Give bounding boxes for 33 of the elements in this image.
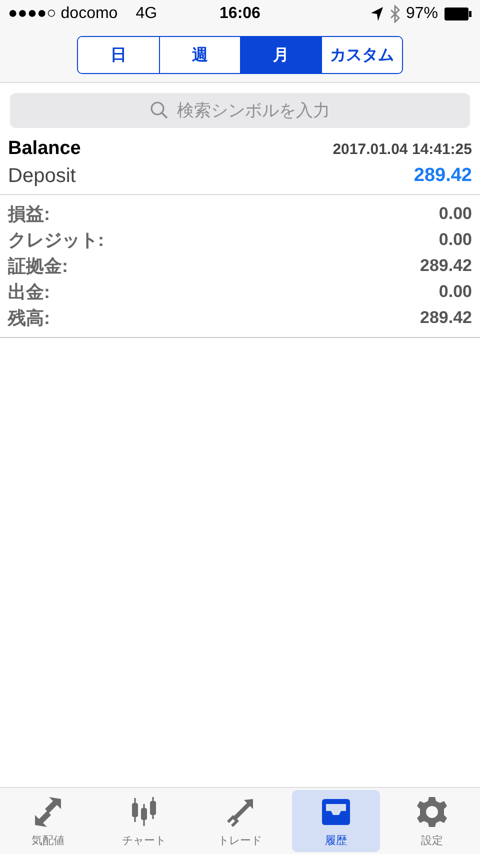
carrier-name: ●●●●○ docomo xyxy=(8,5,118,23)
search-field[interactable]: 検索シンボルを入力 xyxy=(10,93,470,128)
summary-label: 損益: xyxy=(8,203,50,226)
summary-label: 証拠金: xyxy=(8,255,68,278)
period-tab[interactable]: 日 xyxy=(78,37,159,73)
tab-bar-item[interactable]: チャート xyxy=(100,790,188,852)
period-tab[interactable]: カスタム xyxy=(321,37,402,73)
network-type: 4G xyxy=(136,5,158,23)
bluetooth-icon xyxy=(390,5,400,23)
summary-value: 289.42 xyxy=(420,256,472,276)
summary-label: クレジット: xyxy=(8,229,104,252)
summary-value: 289.42 xyxy=(420,308,472,328)
deal-amount: 289.42 xyxy=(414,165,472,187)
settings-icon xyxy=(415,794,449,828)
summary-value: 0.00 xyxy=(438,282,472,302)
tab-bar-item[interactable]: 気配値 xyxy=(4,790,92,852)
location-arrow-icon xyxy=(370,6,384,22)
deal-type: Deposit xyxy=(8,164,76,188)
battery-percent: 97% xyxy=(406,5,438,23)
tab-bar-item[interactable]: トレード xyxy=(196,790,284,852)
summary-label: 出金: xyxy=(8,281,50,304)
battery-icon xyxy=(444,7,472,21)
tab-bar-item[interactable]: 履歴 xyxy=(292,790,380,852)
deal-time: 2017.01.04 14:41:25 xyxy=(332,140,472,158)
summary-value: 0.00 xyxy=(438,230,472,250)
summary-value: 0.00 xyxy=(438,204,472,224)
period-tab[interactable]: 月 xyxy=(240,37,321,73)
period-tab[interactable]: 週 xyxy=(159,37,240,73)
clock-time: 16:06 xyxy=(218,5,262,23)
summary-label: 残高: xyxy=(8,307,50,330)
deal-title: Balance xyxy=(8,138,81,160)
search-icon xyxy=(150,101,168,119)
tab-bar-item[interactable]: 設定 xyxy=(388,790,476,852)
